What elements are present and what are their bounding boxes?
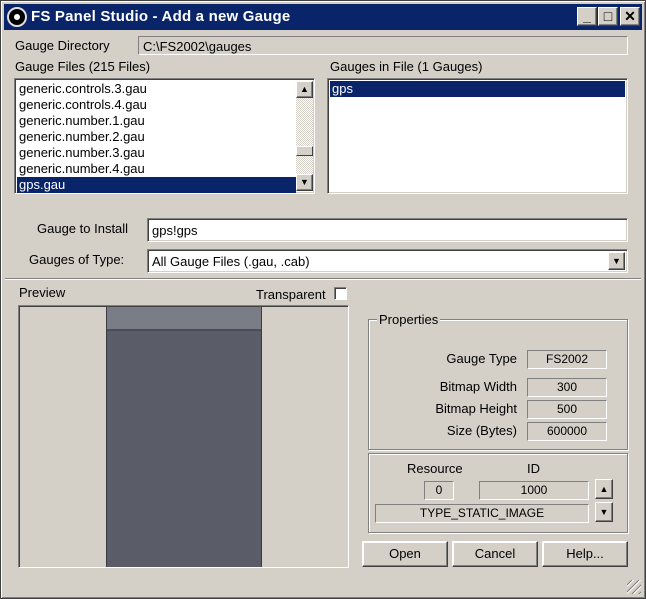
gauge-to-install-input[interactable]: gps!gps xyxy=(147,218,628,242)
close-button[interactable]: ✕ xyxy=(620,7,640,26)
resource-value: 0 xyxy=(424,481,454,500)
resource-label: Resource xyxy=(407,461,463,476)
gauge-file-item[interactable]: generic.number.3.gau xyxy=(17,145,296,161)
bitmap-width-value: 300 xyxy=(527,378,607,397)
bitmap-width-label: Bitmap Width xyxy=(439,379,517,394)
gauge-files-list[interactable]: generic.controls.3.gau generic.controls.4… xyxy=(14,78,315,194)
gauge-type-value: FS2002 xyxy=(527,350,607,369)
scroll-up-button[interactable]: ▲ xyxy=(296,81,313,98)
resource-type-value: TYPE_STATIC_IMAGE xyxy=(375,504,589,523)
scroll-down-button[interactable]: ▼ xyxy=(296,174,313,191)
resize-grip-icon[interactable] xyxy=(627,580,641,594)
minimize-button[interactable]: _ xyxy=(577,7,597,26)
gauges-of-type-select[interactable]: All Gauge Files (.gau, .cab) ▼ xyxy=(147,249,628,273)
gauge-directory-label: Gauge Directory xyxy=(15,38,110,53)
gauge-directory-value: C:\FS2002\gauges xyxy=(143,39,252,54)
gauge-file-item[interactable]: generic.controls.4.gau xyxy=(17,97,296,113)
window-title: FS Panel Studio - Add a new Gauge xyxy=(31,8,291,25)
gauge-to-install-value: gps!gps xyxy=(152,223,198,238)
preview-label: Preview xyxy=(19,285,66,300)
bitmap-height-value: 500 xyxy=(527,400,607,419)
separator xyxy=(5,278,641,280)
gauge-directory-field: C:\FS2002\gauges xyxy=(138,36,628,55)
cancel-button[interactable]: Cancel xyxy=(452,541,538,567)
app-icon xyxy=(7,7,27,27)
bitmap-height-label: Bitmap Height xyxy=(435,401,517,416)
help-button[interactable]: Help... xyxy=(542,541,628,567)
open-button[interactable]: Open xyxy=(362,541,448,567)
title-bar[interactable]: FS Panel Studio - Add a new Gauge _ □ ✕ xyxy=(4,4,642,30)
gauge-file-item[interactable]: generic.number.1.gau xyxy=(17,113,296,129)
size-bytes-label: Size (Bytes) xyxy=(446,423,517,438)
transparent-checkbox[interactable] xyxy=(334,287,347,300)
size-bytes-value: 600000 xyxy=(527,422,607,441)
gauge-to-install-label: Gauge to Install xyxy=(37,221,129,236)
scroll-track[interactable] xyxy=(296,98,313,174)
transparent-label: Transparent xyxy=(256,287,326,302)
gauges-of-type-label: Gauges of Type: xyxy=(29,252,125,267)
gauges-of-type-value: All Gauge Files (.gau, .cab) xyxy=(152,254,310,269)
gauge-file-item[interactable]: generic.number.2.gau xyxy=(17,129,296,145)
gauges-in-file-list[interactable]: gps xyxy=(327,78,628,194)
properties-title: Properties xyxy=(377,312,441,327)
gauges-in-file-label: Gauges in File (1 Gauges) xyxy=(330,59,483,74)
preview-pane xyxy=(18,305,349,568)
properties-group: Properties Gauge Type FS2002 Bitmap Widt… xyxy=(368,312,628,450)
gauge-files-label: Gauge Files (215 Files) xyxy=(15,59,151,74)
resource-group: Resource ID 0 1000 ▲ TYPE_STATIC_IMAGE ▼ xyxy=(368,453,628,533)
gauge-file-item[interactable]: gps.gau xyxy=(17,177,296,193)
resource-up-button[interactable]: ▲ xyxy=(595,479,613,499)
gauge-item[interactable]: gps xyxy=(330,81,625,97)
scroll-thumb[interactable] xyxy=(296,146,313,156)
dialog-window: FS Panel Studio - Add a new Gauge _ □ ✕ … xyxy=(0,0,646,599)
dropdown-arrow-icon[interactable]: ▼ xyxy=(608,252,625,270)
id-label: ID xyxy=(527,461,540,476)
gauge-file-item[interactable]: generic.number.4.gau xyxy=(17,161,296,177)
gauge-file-item[interactable]: generic.controls.3.gau xyxy=(17,81,296,97)
maximize-button[interactable]: □ xyxy=(598,7,618,26)
gauge-preview-image xyxy=(106,307,262,567)
resource-down-button[interactable]: ▼ xyxy=(595,502,613,522)
id-value: 1000 xyxy=(479,481,589,500)
gauge-type-label: Gauge Type xyxy=(446,351,517,366)
gauge-preview-header xyxy=(107,307,261,331)
